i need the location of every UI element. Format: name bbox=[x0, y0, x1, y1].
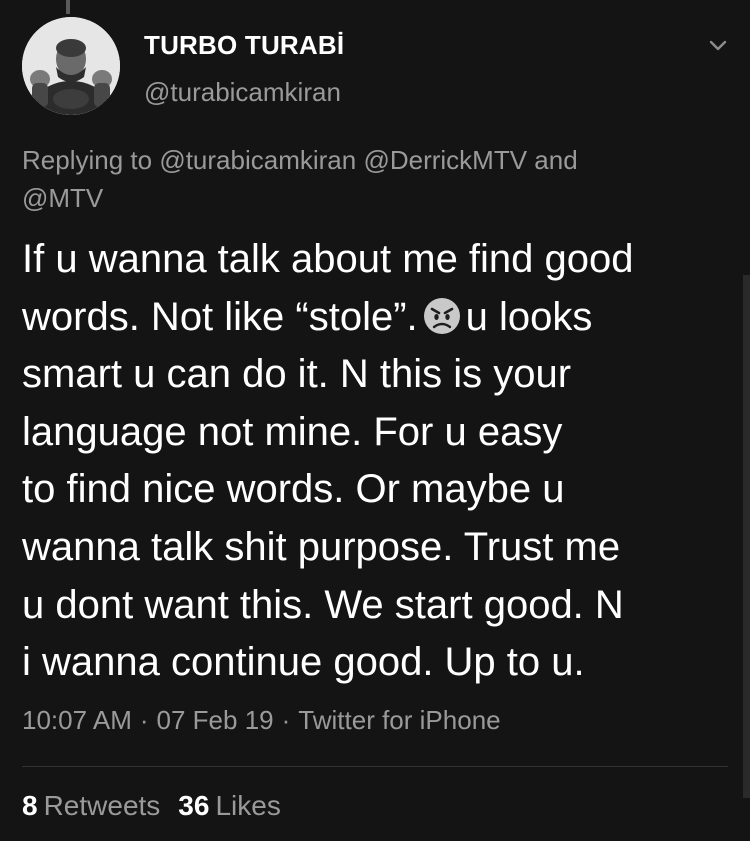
chevron-down-icon[interactable] bbox=[705, 36, 731, 56]
tweet-line: smart u can do it. N this is your bbox=[22, 352, 572, 397]
tweet-line-part: words. Not like “stole”. bbox=[22, 294, 418, 339]
retweets-stat[interactable]: 8 Retweets bbox=[22, 790, 160, 821]
angry-face-icon bbox=[423, 297, 460, 334]
likes-stat[interactable]: 36 Likes bbox=[178, 790, 281, 821]
engagement-stats: 8 Retweets 36 Likes bbox=[22, 790, 299, 822]
retweets-count: 8 bbox=[22, 790, 38, 821]
tweet-line: language not mine. For u easy bbox=[22, 409, 563, 454]
tweet-date[interactable]: 07 Feb 19 bbox=[157, 705, 274, 735]
tweet-text: If u wanna talk about me find good words… bbox=[22, 231, 737, 692]
tweet-line: If u wanna talk about me find good bbox=[22, 237, 634, 281]
meta-separator: · bbox=[281, 705, 291, 735]
replying-to-mention-mtv[interactable]: @MTV bbox=[22, 183, 103, 213]
tweet-line: to find nice words. Or maybe u bbox=[22, 467, 565, 512]
tweet-source[interactable]: Twitter for iPhone bbox=[298, 705, 500, 735]
avatar[interactable] bbox=[22, 17, 120, 115]
tweet-line: i wanna continue good. Up to u. bbox=[22, 640, 585, 685]
tweet-line: wanna talk shit purpose. Trust me bbox=[22, 524, 621, 569]
scroll-track[interactable] bbox=[743, 275, 750, 798]
tweet-metadata: 10:07 AM · 07 Feb 19 · Twitter for iPhone bbox=[22, 705, 501, 736]
divider bbox=[22, 766, 728, 767]
likes-count: 36 bbox=[178, 790, 210, 821]
profile-photo-icon bbox=[22, 17, 120, 115]
replying-to-prefix: Replying to bbox=[22, 145, 153, 175]
tweet-time[interactable]: 10:07 AM bbox=[22, 705, 132, 735]
top-edge-stub bbox=[66, 0, 70, 14]
author-display-name[interactable]: TURBO TURABİ bbox=[144, 30, 344, 61]
tweet-line: words. Not like “stole”. u looks bbox=[22, 289, 737, 347]
likes-label: Likes bbox=[215, 790, 281, 821]
retweets-label: Retweets bbox=[43, 790, 161, 821]
replying-to-mentions[interactable]: @turabicamkiran @DerrickMTV and bbox=[159, 145, 577, 175]
replying-to: Replying to @turabicamkiran @DerrickMTV … bbox=[22, 141, 712, 217]
tweet-line-part: u looks bbox=[465, 294, 593, 339]
meta-separator: · bbox=[139, 705, 149, 735]
tweet-line: u dont want this. We start good. N bbox=[22, 582, 624, 627]
author-handle[interactable]: @turabicamkiran bbox=[144, 77, 341, 108]
